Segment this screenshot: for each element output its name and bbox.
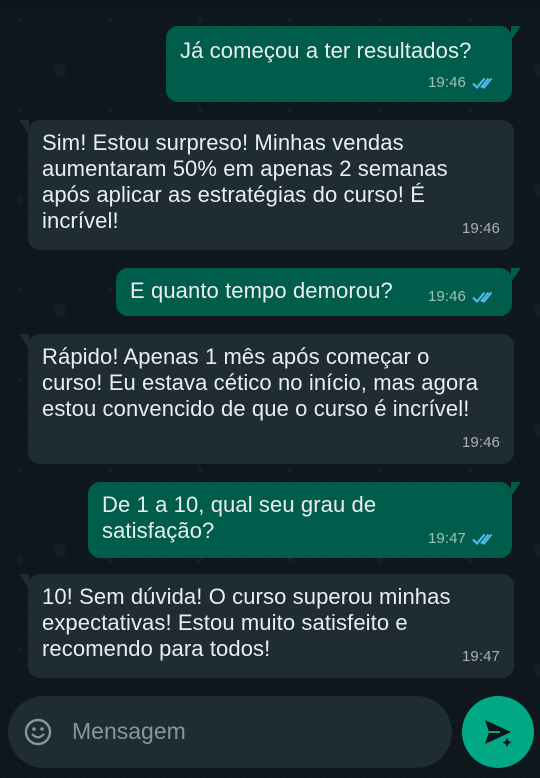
message-composer[interactable]: Mensagem — [8, 696, 452, 768]
outgoing-message[interactable]: E quanto tempo demorou? 19:46 — [116, 268, 521, 316]
message-time: 19:47 — [461, 648, 500, 665]
message-time: 19:46 — [461, 434, 500, 451]
message-text: 10! Sem dúvida! O curso superou minhas e… — [42, 584, 451, 661]
chat-area[interactable]: Já começou a ter resultados? 19:46 Sim! … — [0, 0, 540, 690]
outgoing-message[interactable]: De 1 a 10, qual seu grau de satisfação? … — [88, 482, 521, 558]
emoji-icon[interactable] — [24, 718, 52, 746]
incoming-message[interactable]: Sim! Estou surpreso! Minhas vendas aumen… — [19, 120, 514, 250]
double-check-icon — [472, 77, 493, 89]
message-time: 19:46 — [461, 220, 500, 237]
send-icon — [485, 720, 512, 747]
message-text: Rápido! Apenas 1 mês após começar o curs… — [42, 344, 479, 421]
message-time: 19:47 — [427, 530, 466, 547]
message-text: De 1 a 10, qual seu grau de satisfação? — [102, 492, 377, 543]
double-check-icon — [472, 291, 493, 303]
outgoing-message[interactable]: Já começou a ter resultados? 19:46 — [166, 26, 521, 102]
message-time: 19:46 — [427, 74, 466, 91]
incoming-message[interactable]: 10! Sem dúvida! O curso superou minhas e… — [19, 574, 514, 678]
message-input[interactable]: Mensagem — [72, 718, 186, 745]
message-time: 19:46 — [427, 288, 466, 305]
message-text: Já começou a ter resultados? — [180, 38, 472, 63]
send-button[interactable] — [462, 696, 534, 768]
double-check-icon — [472, 533, 493, 545]
incoming-message[interactable]: Rápido! Apenas 1 mês após começar o curs… — [19, 334, 514, 464]
message-text: Sim! Estou surpreso! Minhas vendas aumen… — [42, 130, 448, 233]
